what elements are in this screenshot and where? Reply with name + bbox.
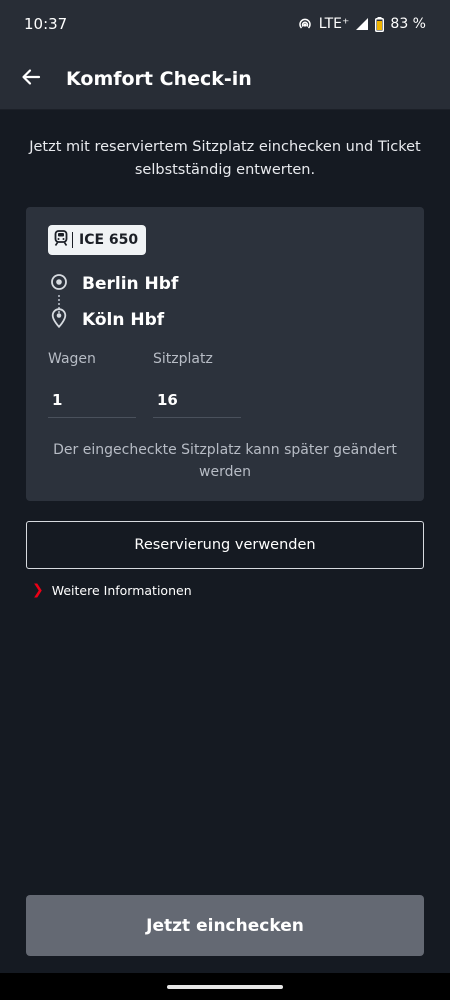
chevron-right-icon: ❯ [32,582,44,598]
intro-text: Jetzt mit reserviertem Sitzplatz einchec… [29,139,421,178]
wagen-label: Wagen [48,351,96,367]
system-nav-bar [0,973,450,1000]
checkin-button[interactable]: Jetzt einchecken [26,895,424,956]
train-badge: ICE 650 [48,225,147,255]
more-info-link[interactable]: ❯ Weitere Informationen [32,582,192,598]
badge-divider [72,232,73,248]
use-reservation-button[interactable]: Reservierung verwenden [26,521,424,569]
wagen-underline [48,417,136,418]
home-indicator[interactable] [167,984,283,989]
sitzplatz-underline [153,417,241,418]
battery-percent: 83 % [390,16,426,32]
status-icons: LTE⁺ 83 % [297,16,426,32]
origin-stop: Berlin Hbf [50,273,178,295]
seat-change-note: Der eingecheckte Sitzplatz kann später g… [53,442,397,480]
reservation-card: ICE 650 Berlin Hbf Köln Hbf Wagen 1 Sitz… [26,207,424,501]
destination-station: Köln Hbf [82,310,165,330]
app-bar: Komfort Check-in [0,48,450,110]
signal-icon [355,17,369,31]
wagen-field[interactable]: 1 [52,391,62,409]
network-type: LTE⁺ [318,16,350,32]
back-button[interactable] [0,48,62,110]
destination-stop: Köln Hbf [50,308,164,332]
location-pin-icon [50,308,68,332]
sitzplatz-field[interactable]: 16 [157,391,178,409]
battery-icon [375,16,385,32]
sitzplatz-label: Sitzplatz [153,351,213,367]
status-time: 10:37 [24,15,68,33]
more-info-label: Weitere Informationen [51,582,192,598]
origin-station: Berlin Hbf [82,274,179,294]
train-number: ICE 650 [79,232,139,248]
arrow-left-icon [21,67,41,91]
page-title: Komfort Check-in [66,67,252,90]
train-icon [54,230,68,250]
origin-circle-icon [50,273,68,295]
hotspot-icon [297,16,313,32]
status-bar: 10:37 LTE⁺ 83 % [0,0,450,48]
